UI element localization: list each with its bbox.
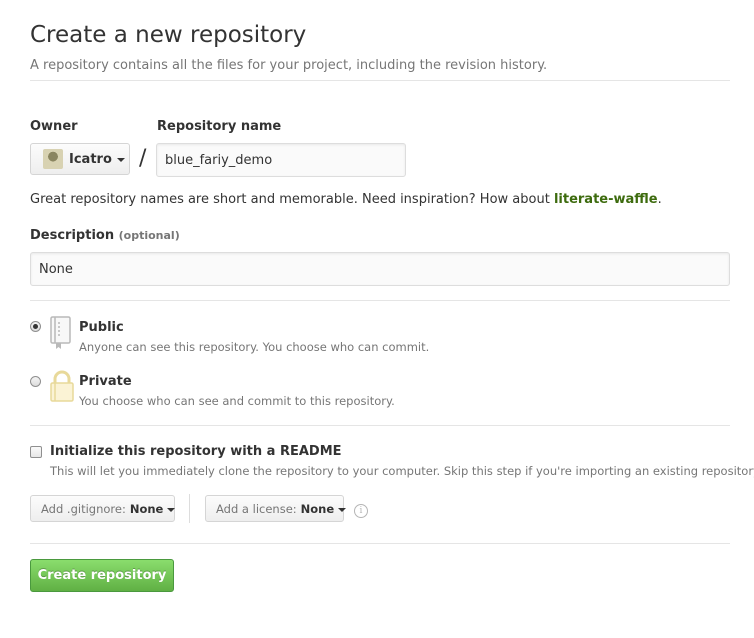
lock-icon	[48, 369, 76, 403]
repo-book-icon	[48, 316, 74, 350]
public-radio[interactable]	[30, 321, 41, 332]
description-label-text: Description	[30, 228, 115, 243]
gitignore-dropdown[interactable]: Add .gitignore: None	[30, 495, 176, 522]
private-radio[interactable]	[30, 376, 41, 387]
avatar	[43, 149, 63, 169]
radio-selected-dot	[33, 324, 38, 329]
readme-checkbox[interactable]	[30, 446, 42, 458]
repo-name-label: Repository name	[157, 119, 282, 134]
private-title: Private	[79, 374, 132, 389]
optional-tag: (optional)	[118, 229, 180, 242]
page-subtitle: A repository contains all the files for …	[30, 58, 548, 73]
license-label: Add a license:	[216, 501, 297, 516]
create-repository-button[interactable]: Create repository	[30, 559, 174, 592]
private-description: You choose who can see and commit to thi…	[79, 394, 395, 408]
owner-repo-separator: /	[139, 146, 147, 171]
divider	[30, 425, 730, 426]
chevron-down-icon	[338, 507, 347, 512]
info-icon[interactable]: i	[354, 504, 368, 518]
owner-name: Icatro	[69, 151, 112, 167]
hint-prefix: Great repository names are short and mem…	[30, 192, 554, 207]
gitignore-label: Add .gitignore:	[41, 501, 126, 516]
hint-suffix: .	[657, 192, 662, 207]
chevron-down-icon	[116, 158, 125, 162]
divider	[30, 80, 730, 81]
owner-label: Owner	[30, 119, 78, 134]
name-suggestion-link[interactable]: literate-waffle	[554, 192, 658, 207]
owner-dropdown[interactable]: Icatro	[30, 143, 130, 175]
repo-name-input[interactable]	[156, 143, 406, 177]
readme-description: This will let you immediately clone the …	[50, 464, 754, 478]
license-value: None	[300, 501, 335, 516]
public-title: Public	[79, 320, 124, 335]
readme-label[interactable]: Initialize this repository with a README	[50, 444, 342, 459]
divider	[30, 300, 730, 301]
chevron-down-icon	[167, 507, 176, 512]
name-hint: Great repository names are short and mem…	[30, 192, 662, 207]
public-description: Anyone can see this repository. You choo…	[79, 340, 430, 354]
vertical-divider	[189, 494, 190, 523]
divider	[30, 543, 730, 544]
description-label: Description (optional)	[30, 228, 180, 243]
license-dropdown[interactable]: Add a license: None	[205, 495, 347, 522]
gitignore-value: None	[129, 501, 164, 516]
description-input[interactable]	[30, 252, 730, 286]
page-title: Create a new repository	[30, 22, 307, 48]
